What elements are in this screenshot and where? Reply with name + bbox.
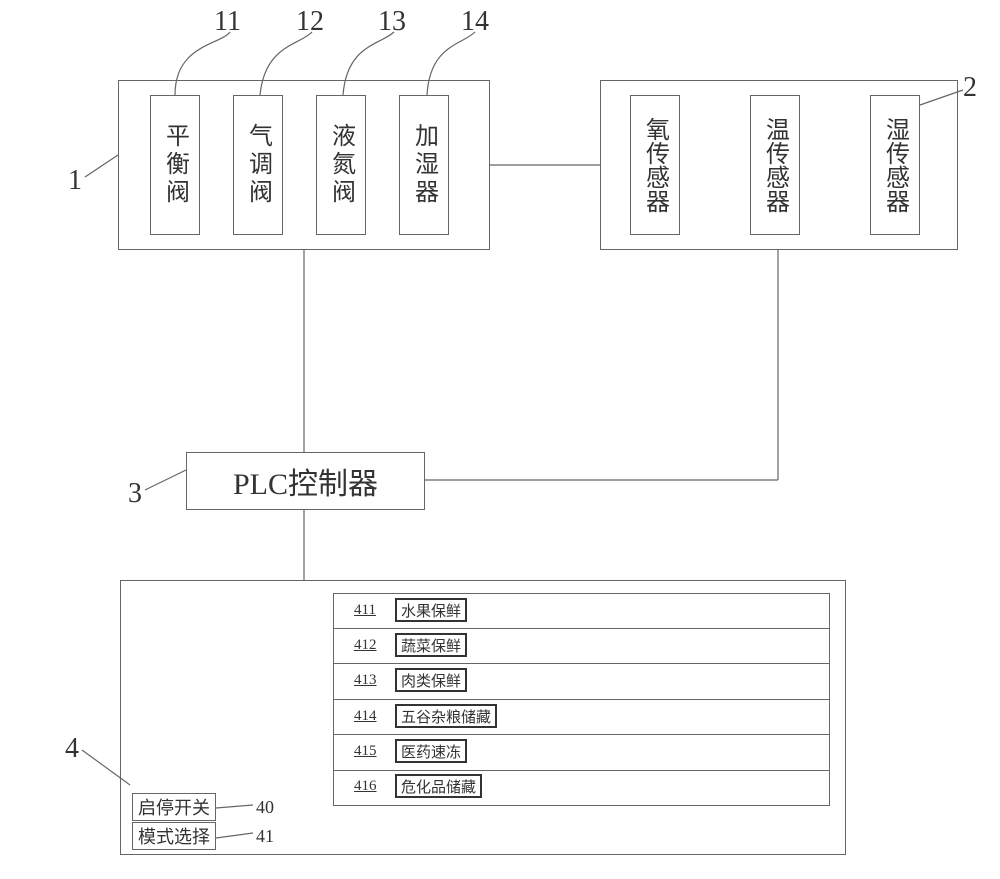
mode-medical-freeze[interactable]: 医药速冻	[395, 739, 467, 763]
actuator-humidifier-label: 加湿器	[407, 123, 442, 207]
block-3-plc: PLC控制器	[186, 452, 425, 510]
label-2: 2	[963, 72, 977, 104]
label-411: 411	[354, 602, 376, 619]
mode-vegetable-fresh[interactable]: 蔬菜保鲜	[395, 633, 467, 657]
sensor-oxygen-label: 氧传感器	[638, 117, 673, 213]
label-11: 11	[214, 6, 241, 38]
mode-meat-fresh[interactable]: 肉类保鲜	[395, 668, 467, 692]
mode-fruit-fresh-label: 水果保鲜	[401, 600, 461, 621]
actuator-balance-valve: 平衡阀	[150, 95, 200, 235]
mode-select-label: 模式选择	[138, 823, 210, 849]
actuator-gas-valve-label: 气调阀	[241, 123, 276, 207]
label-412: 412	[354, 637, 377, 654]
label-41: 41	[256, 826, 274, 847]
label-414: 414	[354, 708, 377, 725]
diagram-canvas: 11 12 13 14 1 平衡阀 气调阀 液氮阀 加湿器 2 氧传感器 温传感…	[0, 0, 1000, 879]
label-40: 40	[256, 797, 274, 818]
sensor-oxygen: 氧传感器	[630, 95, 680, 235]
label-4: 4	[65, 733, 79, 765]
actuator-ln2-valve-label: 液氮阀	[324, 123, 359, 207]
actuator-gas-valve: 气调阀	[233, 95, 283, 235]
mode-hazmat-storage[interactable]: 危化品储藏	[395, 774, 482, 798]
label-1: 1	[68, 165, 82, 197]
label-415: 415	[354, 743, 377, 760]
actuator-ln2-valve: 液氮阀	[316, 95, 366, 235]
label-3: 3	[128, 478, 142, 510]
start-stop-switch[interactable]: 启停开关	[132, 793, 216, 821]
label-13: 13	[378, 6, 406, 38]
actuator-humidifier: 加湿器	[399, 95, 449, 235]
sensor-temp-label: 温传感器	[758, 117, 793, 213]
label-14: 14	[461, 6, 489, 38]
mode-grain-storage[interactable]: 五谷杂粮储藏	[395, 704, 497, 728]
label-416: 416	[354, 778, 377, 795]
mode-vegetable-fresh-label: 蔬菜保鲜	[401, 635, 461, 656]
label-413: 413	[354, 672, 377, 689]
actuator-balance-valve-label: 平衡阀	[158, 123, 193, 207]
mode-grain-storage-label: 五谷杂粮储藏	[401, 706, 491, 727]
mode-medical-freeze-label: 医药速冻	[401, 741, 461, 762]
mode-select[interactable]: 模式选择	[132, 822, 216, 850]
sensor-humidity: 湿传感器	[870, 95, 920, 235]
sensor-humidity-label: 湿传感器	[878, 117, 913, 213]
plc-title: PLC控制器	[233, 459, 378, 503]
mode-meat-fresh-label: 肉类保鲜	[401, 670, 461, 691]
sensor-temp: 温传感器	[750, 95, 800, 235]
label-12: 12	[296, 6, 324, 38]
start-stop-switch-label: 启停开关	[138, 794, 210, 820]
mode-hazmat-storage-label: 危化品储藏	[401, 776, 476, 797]
mode-fruit-fresh[interactable]: 水果保鲜	[395, 598, 467, 622]
